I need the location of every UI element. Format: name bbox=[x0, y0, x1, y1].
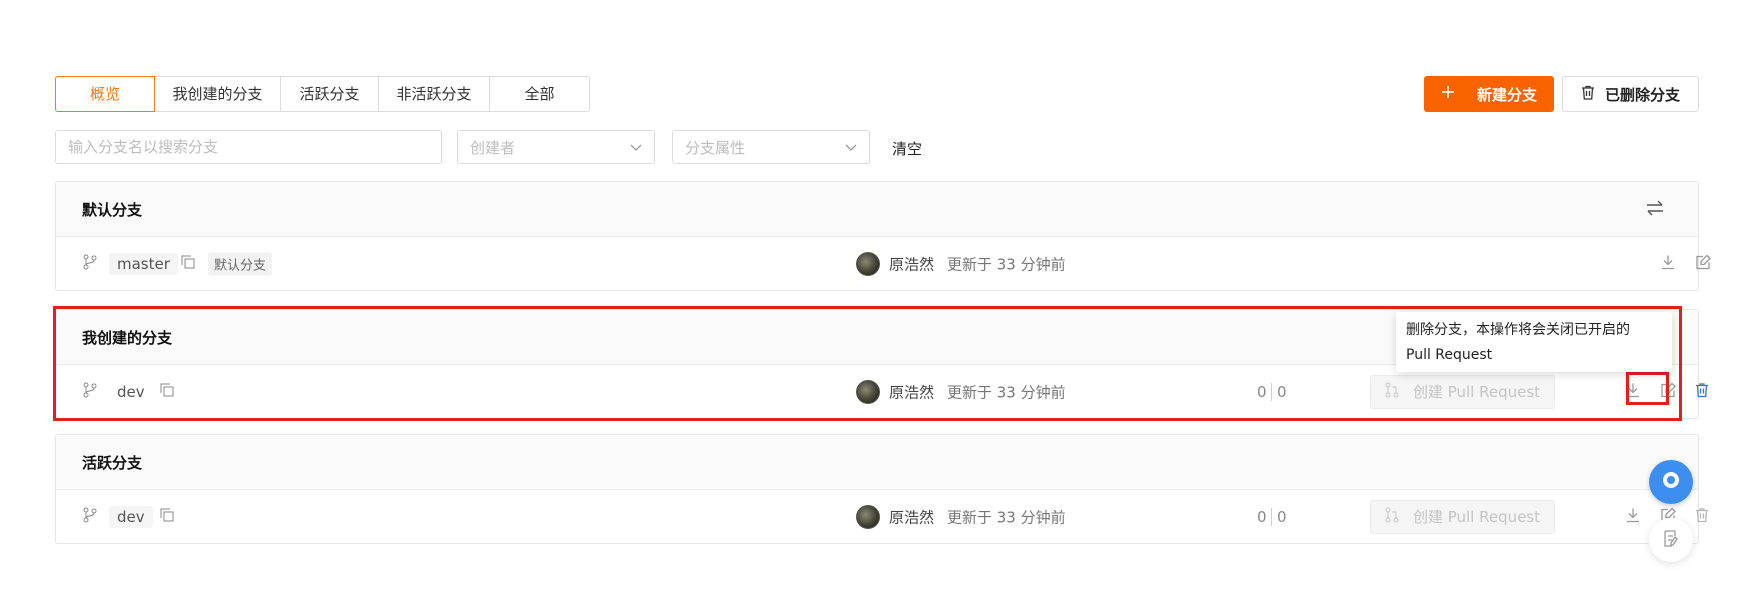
branch-name[interactable]: master bbox=[109, 252, 178, 275]
branch-tabs: 概览 我创建的分支 活跃分支 非活跃分支 全部 bbox=[55, 76, 590, 112]
edit-icon[interactable] bbox=[1661, 382, 1676, 401]
active-branches-section: 活跃分支 dev 原浩然 更新于 33 分钟前 0 0 创建 Pull Requ… bbox=[55, 434, 1708, 544]
tab-my-branches[interactable]: 我创建的分支 bbox=[155, 77, 281, 111]
download-icon[interactable] bbox=[1626, 507, 1640, 526]
new-branch-label: 新建分支 bbox=[1476, 85, 1537, 104]
section-title: 活跃分支 bbox=[82, 453, 143, 472]
deleted-branches-label: 已删除分支 bbox=[1604, 85, 1680, 104]
pull-request-icon bbox=[1385, 382, 1399, 402]
branch-search-input[interactable] bbox=[55, 130, 442, 164]
section-title: 默认分支 bbox=[82, 200, 143, 219]
creator-placeholder: 创建者 bbox=[470, 138, 516, 157]
git-branch-icon bbox=[83, 382, 97, 402]
section-title: 我创建的分支 bbox=[82, 328, 173, 347]
avatar bbox=[856, 504, 880, 529]
branch-row: dev 原浩然 更新于 33 分钟前 0 0 创建 Pull Request bbox=[56, 365, 1708, 418]
section-header: 活跃分支 bbox=[56, 435, 1698, 490]
tab-active-branches[interactable]: 活跃分支 bbox=[281, 77, 379, 111]
avatar bbox=[856, 379, 880, 404]
feedback-button[interactable] bbox=[1649, 518, 1693, 562]
behind-count: 0 bbox=[1277, 382, 1287, 401]
author-name[interactable]: 原浩然 bbox=[889, 253, 934, 274]
deleted-branches-button[interactable]: 已删除分支 bbox=[1562, 76, 1699, 112]
author-name[interactable]: 原浩然 bbox=[889, 506, 934, 527]
delete-branch-icon[interactable] bbox=[1695, 382, 1709, 401]
tooltip-line1: 删除分支，本操作将会关闭已开启的 bbox=[1406, 322, 1630, 338]
chat-assistant-button[interactable] bbox=[1649, 460, 1693, 504]
pull-request-icon bbox=[1385, 507, 1399, 527]
clear-filters-link[interactable]: 清空 bbox=[892, 138, 922, 159]
git-branch-icon bbox=[83, 507, 97, 527]
count-divider bbox=[1271, 507, 1272, 526]
branch-name[interactable]: dev bbox=[109, 505, 153, 528]
plus-icon bbox=[1441, 85, 1455, 103]
avatar bbox=[856, 251, 880, 276]
branch-row: master 默认分支 原浩然 更新于 33 分钟前 bbox=[56, 237, 1711, 290]
delete-branch-icon[interactable] bbox=[1695, 507, 1709, 526]
create-pull-request-button[interactable]: 创建 Pull Request bbox=[1370, 374, 1555, 409]
ahead-count: 0 bbox=[1257, 507, 1267, 526]
git-branch-icon bbox=[83, 254, 97, 274]
tab-all[interactable]: 全部 bbox=[490, 77, 589, 111]
branch-name[interactable]: dev bbox=[109, 381, 153, 403]
download-icon[interactable] bbox=[1661, 254, 1675, 273]
pull-request-label: 创建 Pull Request bbox=[1412, 383, 1541, 401]
edit-icon[interactable] bbox=[1696, 254, 1711, 273]
copy-icon[interactable] bbox=[160, 383, 174, 401]
delete-tooltip: 删除分支，本操作将会关闭已开启的 Pull Request bbox=[1396, 312, 1672, 372]
note-icon bbox=[1663, 529, 1679, 551]
attribute-placeholder: 分支属性 bbox=[685, 138, 746, 157]
new-branch-button[interactable]: 新建分支 bbox=[1424, 76, 1554, 112]
create-pull-request-button[interactable]: 创建 Pull Request bbox=[1370, 499, 1555, 534]
creator-select[interactable]: 创建者 bbox=[457, 130, 655, 164]
pull-request-label: 创建 Pull Request bbox=[1412, 508, 1541, 526]
copy-icon[interactable] bbox=[181, 255, 195, 273]
tab-overview[interactable]: 概览 bbox=[55, 76, 155, 112]
copy-icon[interactable] bbox=[160, 508, 174, 526]
download-icon[interactable] bbox=[1626, 382, 1640, 401]
default-badge: 默认分支 bbox=[208, 252, 273, 275]
trash-icon bbox=[1581, 85, 1595, 104]
ahead-count: 0 bbox=[1257, 382, 1267, 401]
chat-icon bbox=[1660, 469, 1682, 495]
branch-row: dev 原浩然 更新于 33 分钟前 0 0 创建 Pull Request bbox=[56, 490, 1708, 543]
section-header: 默认分支 bbox=[56, 182, 1698, 237]
behind-count: 0 bbox=[1277, 507, 1287, 526]
default-branch-section: 默认分支 master 默认分支 原浩然 更新于 33 分钟前 bbox=[55, 181, 1711, 291]
swap-icon[interactable] bbox=[1646, 200, 1664, 220]
updated-time: 更新于 33 分钟前 bbox=[947, 508, 1066, 526]
updated-time: 更新于 33 分钟前 bbox=[947, 255, 1066, 273]
chevron-down-icon bbox=[845, 138, 857, 156]
count-divider bbox=[1271, 382, 1272, 401]
tab-inactive-branches[interactable]: 非活跃分支 bbox=[379, 77, 490, 111]
chevron-down-icon bbox=[630, 138, 642, 156]
attribute-select[interactable]: 分支属性 bbox=[672, 130, 870, 164]
tooltip-line2: Pull Request bbox=[1406, 347, 1493, 363]
updated-time: 更新于 33 分钟前 bbox=[947, 383, 1066, 401]
author-name[interactable]: 原浩然 bbox=[889, 381, 934, 402]
